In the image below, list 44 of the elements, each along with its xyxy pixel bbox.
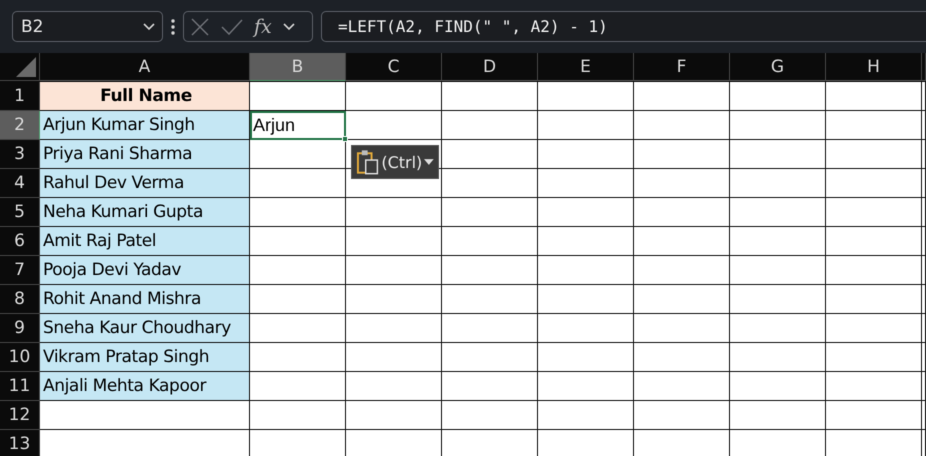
column-header[interactable]: B [250,53,346,81]
column-header[interactable]: E [538,53,634,81]
row-header[interactable]: 2 [0,111,40,140]
column-header[interactable]: D [442,53,538,81]
table-cell: Amit Raj Patel [40,227,250,256]
more-icon[interactable] [171,18,175,34]
row-header[interactable]: 1 [0,82,40,111]
row-header[interactable]: 11 [0,372,40,401]
row-header[interactable]: 4 [0,169,40,198]
column-header[interactable]: F [634,53,730,81]
row-header[interactable]: 5 [0,198,40,227]
caret-icon [424,159,434,165]
row-header[interactable]: 7 [0,256,40,285]
row-header[interactable]: 10 [0,343,40,372]
check-icon[interactable] [220,18,244,36]
clipboard-icon [356,149,380,175]
table-cell: Sneha Kaur Choudhary [40,314,250,343]
table-cell: Arjun Kumar Singh [40,111,250,140]
table-cell: Anjali Mehta Kapoor [40,372,250,401]
row-header[interactable]: 3 [0,140,40,169]
paste-options-button[interactable]: (Ctrl) [351,145,439,179]
column-header[interactable]: H [826,53,922,81]
column-header[interactable]: A [40,53,250,81]
table-cell: Rohit Anand Mishra [40,285,250,314]
table-cell: Neha Kumari Gupta [40,198,250,227]
insert-function-button[interactable]: fx [254,16,272,38]
table-cell: Priya Rani Sharma [40,140,250,169]
row-header[interactable]: 9 [0,314,40,343]
table-cell: Arjun [250,111,346,140]
table-cell: Full Name [40,82,250,111]
row-header[interactable]: 8 [0,285,40,314]
select-all-icon[interactable] [16,57,36,77]
row-header[interactable]: 12 [0,401,40,430]
chevron-icon [282,22,296,32]
table-cell: Vikram Pratap Singh [40,343,250,372]
table-cell: Pooja Devi Yadav [40,256,250,285]
cancel-icon[interactable] [190,16,210,36]
column-header[interactable]: G [730,53,826,81]
column-header[interactable]: C [346,53,442,81]
formula-field[interactable]: =LEFT(A2, FIND(" ", A2) - 1) [321,11,926,42]
table-cell: Rahul Dev Verma [40,169,250,198]
name-box[interactable]: B2 [12,11,163,42]
row-header[interactable]: 6 [0,227,40,256]
chevron-icon [142,22,156,32]
